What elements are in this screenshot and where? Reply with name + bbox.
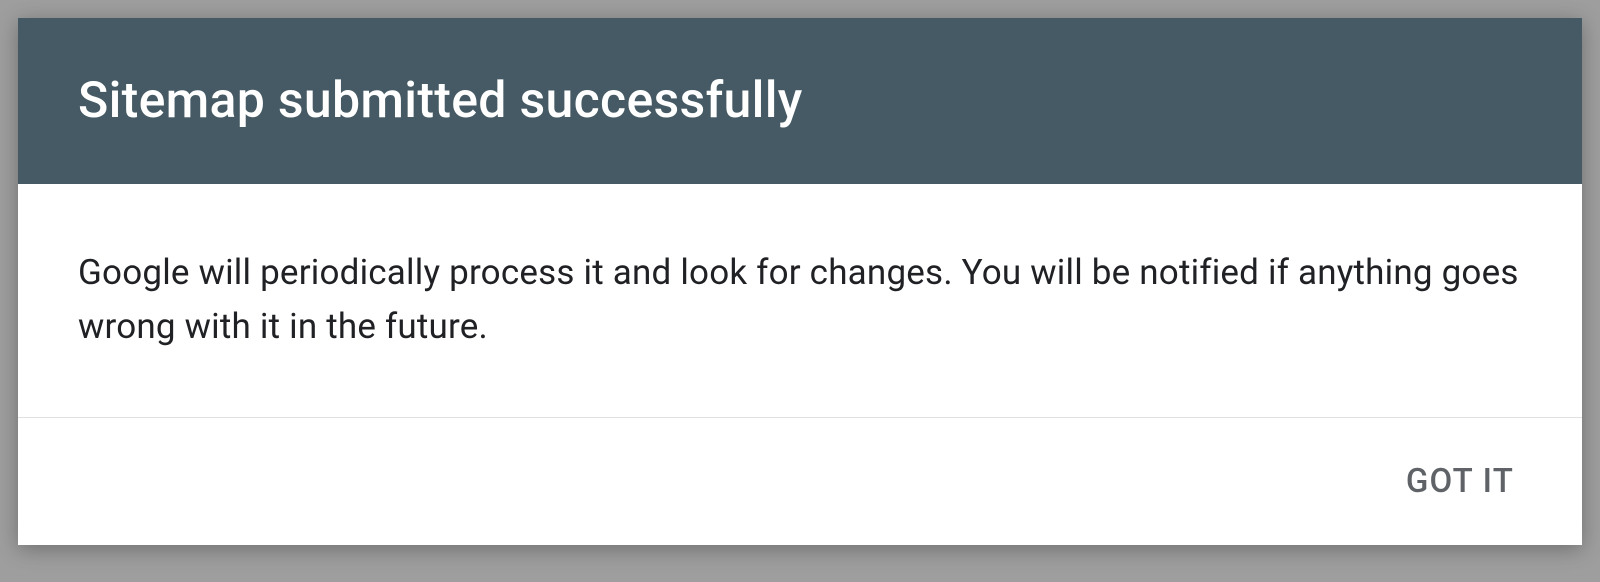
got-it-button[interactable]: GOT IT [1390, 452, 1530, 511]
dialog-body: Google will periodically process it and … [18, 184, 1582, 418]
confirmation-dialog: Sitemap submitted successfully Google wi… [18, 18, 1582, 545]
dialog-message: Google will periodically process it and … [78, 246, 1522, 355]
dialog-header: Sitemap submitted successfully [18, 18, 1582, 184]
dialog-title: Sitemap submitted successfully [78, 72, 1522, 130]
dialog-actions: GOT IT [18, 418, 1582, 545]
